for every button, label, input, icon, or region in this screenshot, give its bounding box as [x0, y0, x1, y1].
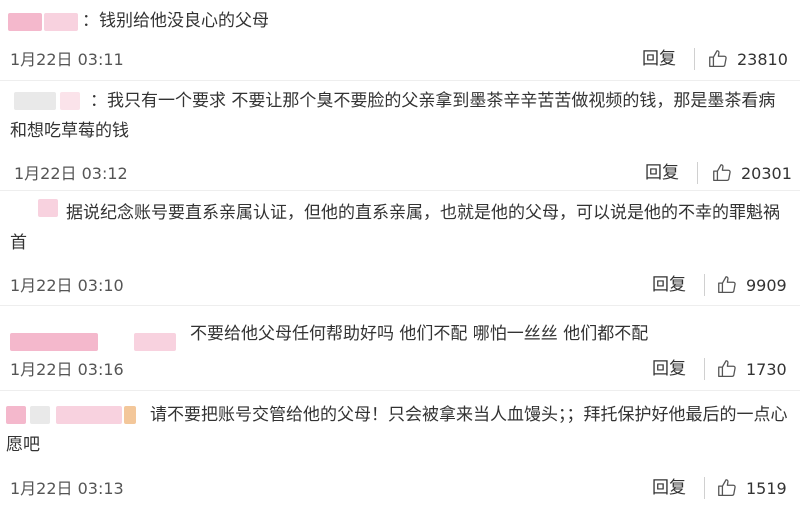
reply-button[interactable]: 回复 [642, 49, 676, 69]
comment-timestamp: 1月22日 03:13 [10, 479, 124, 498]
comment-text: 不要给他父母任何帮助好吗 他们不配 哪怕一丝丝 他们都不配 [190, 324, 649, 344]
thumbs-up-icon [718, 479, 736, 496]
comment-timestamp: 1月22日 03:16 [10, 360, 124, 379]
divider [704, 477, 705, 499]
divider [704, 358, 705, 380]
thumbs-up-icon [713, 164, 731, 181]
like-count: 23810 [737, 49, 788, 69]
comment-item: ：我只有一个要求 不要让那个臭不要脸的父亲拿到墨茶辛辛苦苦做视频的钱，那是墨茶看… [0, 80, 800, 190]
like-button[interactable]: 1519 [716, 476, 787, 500]
divider [704, 274, 705, 296]
username-blurred[interactable] [44, 13, 78, 31]
comment-text: ：钱别给他没良心的父母 [82, 11, 269, 31]
reply-button[interactable]: 回复 [652, 359, 686, 379]
like-button[interactable]: 9909 [716, 273, 787, 297]
username-blurred[interactable] [8, 13, 42, 31]
reply-button[interactable]: 回复 [652, 275, 686, 295]
reply-button[interactable]: 回复 [652, 478, 686, 498]
comment-text: 请不要把账号交管给他的父母！只会被拿来当人血馒头；；拜托保护好他最后的一点心愿吧 [6, 405, 788, 455]
divider [694, 48, 695, 70]
comment-timestamp: 1月22日 03:10 [10, 276, 124, 295]
comment-item: 不要给他父母任何帮助好吗 他们不配 哪怕一丝丝 他们都不配 1月22日 03:1… [0, 305, 800, 390]
thumbs-up-icon [718, 360, 736, 377]
username-blurred[interactable] [10, 333, 98, 351]
thumbs-up-icon [718, 276, 736, 293]
like-count: 20301 [741, 163, 792, 183]
like-count: 9909 [746, 275, 787, 295]
comment-text: 据说纪念账号要直系亲属认证，但他的直系亲属，也就是他的父母，可以说是他的不幸的罪… [10, 203, 780, 253]
comment-timestamp: 1月22日 03:12 [14, 164, 128, 183]
like-count: 1730 [746, 359, 787, 379]
username-blurred[interactable] [134, 333, 176, 351]
like-count: 1519 [746, 478, 787, 498]
comment-item: ：钱别给他没良心的父母 1月22日 03:11 回复 23810 [0, 0, 800, 80]
like-button[interactable]: 23810 [707, 47, 788, 71]
divider [697, 162, 698, 184]
like-button[interactable]: 1730 [716, 357, 787, 381]
comment-text: ：我只有一个要求 不要让那个臭不要脸的父亲拿到墨茶辛辛苦苦做视频的钱，那是墨茶看… [10, 91, 776, 141]
comment-item: 据说纪念账号要直系亲属认证，但他的直系亲属，也就是他的父母，可以说是他的不幸的罪… [0, 190, 800, 305]
reply-button[interactable]: 回复 [645, 163, 679, 183]
comment-timestamp: 1月22日 03:11 [10, 50, 124, 69]
thumbs-up-icon [709, 50, 727, 67]
comment-item: 请不要把账号交管给他的父母！只会被拿来当人血馒头；；拜托保护好他最后的一点心愿吧… [0, 390, 800, 509]
like-button[interactable]: 20301 [711, 161, 792, 185]
